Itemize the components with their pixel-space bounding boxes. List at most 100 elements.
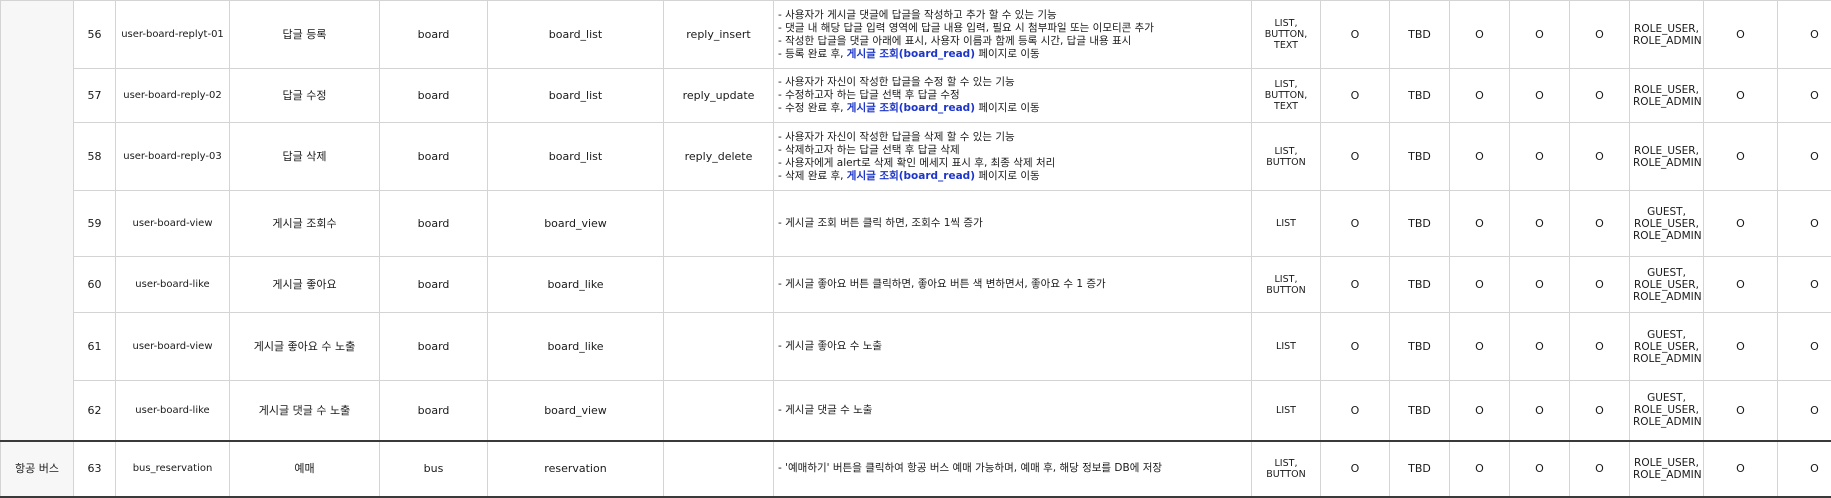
flag-cell[interactable]: O [1450,191,1510,257]
flag-cell[interactable]: O [1570,1,1630,69]
domain-cell[interactable]: board [380,123,488,191]
ui-type-cell[interactable]: LIST [1252,191,1321,257]
no-cell[interactable]: 59 [74,191,116,257]
flag-cell[interactable]: O [1510,441,1570,497]
no-cell[interactable]: 61 [74,313,116,381]
flag-cell[interactable]: O [1778,1,1831,69]
group-cell[interactable]: 항공 버스 [1,441,74,497]
roles-cell[interactable]: ROLE_USER,ROLE_ADMIN [1630,123,1704,191]
name-cell[interactable]: 게시글 좋아요 [230,257,380,313]
page-cell[interactable]: board_list [488,1,664,69]
ui-type-cell[interactable]: LIST [1252,313,1321,381]
domain-cell[interactable]: board [380,69,488,123]
desc-cell[interactable]: - '예매하기' 버튼을 클릭하여 항공 버스 예매 가능하며, 예매 후, 해… [774,441,1252,497]
flag-cell[interactable]: O [1321,257,1390,313]
flag-cell[interactable]: O [1778,123,1831,191]
desc-link[interactable]: 게시글 조회(board_read) [847,170,975,182]
code-cell[interactable]: user-board-reply-02 [116,69,230,123]
flag-cell[interactable]: O [1570,441,1630,497]
ui-type-cell[interactable]: LIST,BUTTON [1252,257,1321,313]
status-cell[interactable]: TBD [1390,123,1450,191]
page-cell[interactable]: board_like [488,313,664,381]
flag-cell[interactable]: O [1450,69,1510,123]
page-cell[interactable]: board_list [488,69,664,123]
roles-cell[interactable]: GUEST,ROLE_USER,ROLE_ADMIN [1630,381,1704,441]
domain-cell[interactable]: bus [380,441,488,497]
flag-cell[interactable]: O [1450,441,1510,497]
flag-cell[interactable]: O [1321,441,1390,497]
flag-cell[interactable]: O [1321,1,1390,69]
flag-cell[interactable]: O [1450,1,1510,69]
flag-cell[interactable]: O [1321,123,1390,191]
no-cell[interactable]: 57 [74,69,116,123]
flag-cell[interactable]: O [1450,123,1510,191]
action-cell[interactable] [664,257,774,313]
flag-cell[interactable]: O [1570,69,1630,123]
flag-cell[interactable]: O [1778,257,1831,313]
flag-cell[interactable]: O [1321,69,1390,123]
code-cell[interactable]: user-board-view [116,191,230,257]
desc-cell[interactable]: - 사용자가 게시글 댓글에 답글을 작성하고 추가 할 수 있는 기능- 댓글… [774,1,1252,69]
flag-cell[interactable]: O [1704,69,1778,123]
flag-cell[interactable]: O [1704,1,1778,69]
name-cell[interactable]: 예매 [230,441,380,497]
roles-cell[interactable]: ROLE_USER,ROLE_ADMIN [1630,69,1704,123]
no-cell[interactable]: 58 [74,123,116,191]
flag-cell[interactable]: O [1510,381,1570,441]
flag-cell[interactable]: O [1778,313,1831,381]
action-cell[interactable] [664,191,774,257]
status-cell[interactable]: TBD [1390,441,1450,497]
desc-cell[interactable]: - 게시글 좋아요 수 노출 [774,313,1252,381]
flag-cell[interactable]: O [1450,257,1510,313]
roles-cell[interactable]: GUEST,ROLE_USER,ROLE_ADMIN [1630,313,1704,381]
status-cell[interactable]: TBD [1390,1,1450,69]
flag-cell[interactable]: O [1510,257,1570,313]
status-cell[interactable]: TBD [1390,69,1450,123]
desc-cell[interactable]: - 게시글 댓글 수 노출 [774,381,1252,441]
code-cell[interactable]: bus_reservation [116,441,230,497]
flag-cell[interactable]: O [1510,1,1570,69]
ui-type-cell[interactable]: LIST,BUTTON [1252,123,1321,191]
flag-cell[interactable]: O [1570,381,1630,441]
flag-cell[interactable]: O [1778,381,1831,441]
page-cell[interactable]: board_view [488,381,664,441]
code-cell[interactable]: user-board-reply-03 [116,123,230,191]
flag-cell[interactable]: O [1778,191,1831,257]
code-cell[interactable]: user-board-view [116,313,230,381]
flag-cell[interactable]: O [1704,191,1778,257]
no-cell[interactable]: 60 [74,257,116,313]
action-cell[interactable] [664,441,774,497]
name-cell[interactable]: 게시글 조회수 [230,191,380,257]
desc-cell[interactable]: - 사용자가 자신이 작성한 답글을 수정 할 수 있는 기능- 수정하고자 하… [774,69,1252,123]
flag-cell[interactable]: O [1570,313,1630,381]
flag-cell[interactable]: O [1704,257,1778,313]
flag-cell[interactable]: O [1510,313,1570,381]
no-cell[interactable]: 56 [74,1,116,69]
desc-cell[interactable]: - 게시글 좋아요 버튼 클릭하면, 좋아요 버튼 색 변하면서, 좋아요 수 … [774,257,1252,313]
flag-cell[interactable]: O [1570,257,1630,313]
status-cell[interactable]: TBD [1390,191,1450,257]
domain-cell[interactable]: board [380,1,488,69]
status-cell[interactable]: TBD [1390,313,1450,381]
roles-cell[interactable]: ROLE_USER,ROLE_ADMIN [1630,441,1704,497]
page-cell[interactable]: board_like [488,257,664,313]
flag-cell[interactable]: O [1704,313,1778,381]
desc-cell[interactable]: - 사용자가 자신이 작성한 답글을 삭제 할 수 있는 기능- 삭제하고자 하… [774,123,1252,191]
flag-cell[interactable]: O [1450,313,1510,381]
name-cell[interactable]: 답글 수정 [230,69,380,123]
flag-cell[interactable]: O [1704,381,1778,441]
ui-type-cell[interactable]: LIST,BUTTON,TEXT [1252,1,1321,69]
name-cell[interactable]: 게시글 댓글 수 노출 [230,381,380,441]
page-cell[interactable]: board_view [488,191,664,257]
flag-cell[interactable]: O [1321,313,1390,381]
name-cell[interactable]: 게시글 좋아요 수 노출 [230,313,380,381]
desc-cell[interactable]: - 게시글 조회 버튼 클릭 하면, 조회수 1씩 증가 [774,191,1252,257]
code-cell[interactable]: user-board-like [116,257,230,313]
group-cell[interactable] [1,1,74,441]
page-cell[interactable]: reservation [488,441,664,497]
ui-type-cell[interactable]: LIST [1252,381,1321,441]
no-cell[interactable]: 63 [74,441,116,497]
code-cell[interactable]: user-board-replyt-01 [116,1,230,69]
flag-cell[interactable]: O [1321,191,1390,257]
roles-cell[interactable]: ROLE_USER,ROLE_ADMIN [1630,1,1704,69]
